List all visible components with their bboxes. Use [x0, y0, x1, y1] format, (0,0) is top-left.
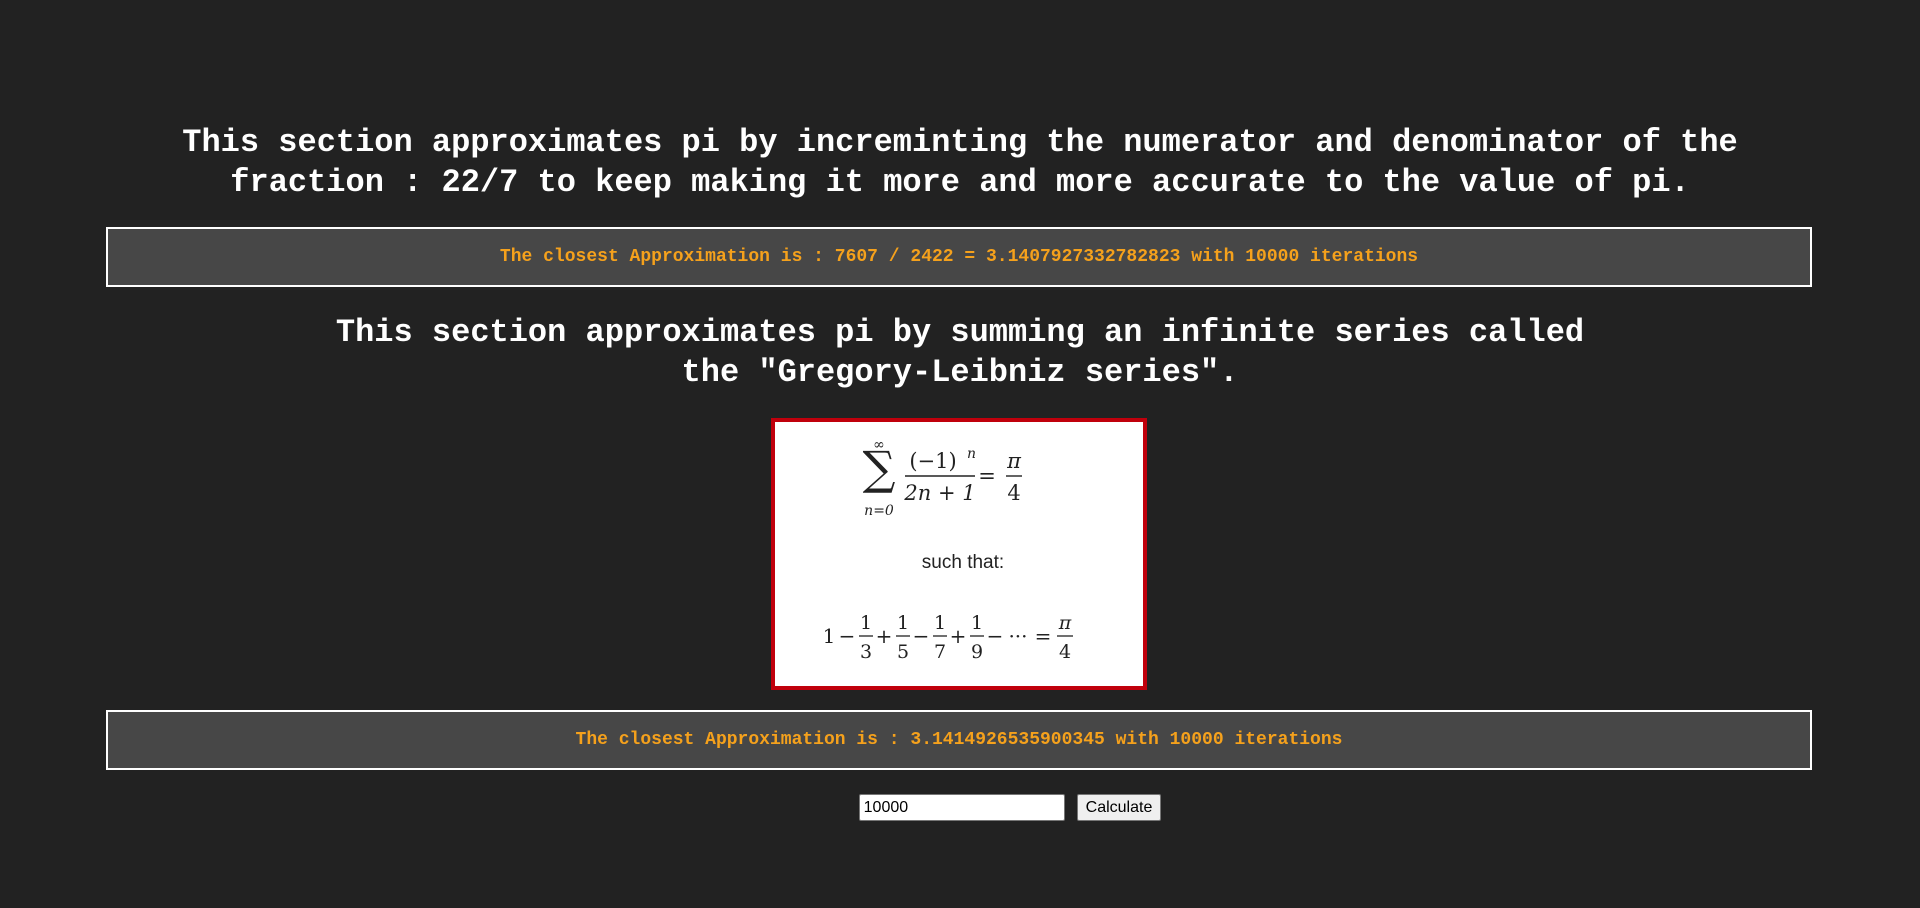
- fraction-numerator: (−1): [909, 449, 956, 473]
- section1-heading-line2: fraction : 22/7 to keep making it more a…: [230, 164, 1690, 201]
- series-term-denominator: 9: [971, 641, 983, 663]
- series-four: 4: [1059, 641, 1071, 663]
- series-result-box: The closest Approximation is : 3.1414926…: [106, 710, 1812, 770]
- controls-row: Calculate: [0, 794, 1920, 821]
- series-term-denominator: 5: [897, 641, 909, 663]
- fraction-result-box: The closest Approximation is : 7607 / 24…: [106, 227, 1812, 287]
- four-denominator: 4: [1007, 481, 1020, 505]
- series-term-denominator: 3: [860, 641, 872, 663]
- series-ellipsis: ···: [1008, 624, 1027, 648]
- series-operator: −: [913, 624, 930, 648]
- series-term-numerator: 1: [971, 612, 983, 634]
- numerator-exponent: n: [967, 446, 976, 462]
- series-term-numerator: 1: [860, 612, 872, 634]
- series-term-denominator: 7: [934, 641, 946, 663]
- leibniz-formula-image: ∞ ∑ n=0 (−1) n 2n + 1 = π 4 such that: 1…: [771, 418, 1147, 690]
- series-operator: +: [876, 624, 893, 648]
- section2-heading: This section approximates pi by summing …: [0, 313, 1920, 393]
- series-pi: π: [1058, 612, 1072, 634]
- section1-heading-line1: This section approximates pi by incremin…: [182, 124, 1738, 161]
- sum-lower-limit: n=0: [864, 503, 894, 519]
- leibniz-series-expansion: 1 −13+15−17+19− ··· =π4: [823, 612, 1073, 663]
- series-result-text: The closest Approximation is : 3.1414926…: [575, 730, 1343, 750]
- sigma-symbol: ∑: [863, 441, 896, 495]
- section2-heading-line1: This section approximates pi by summing …: [335, 314, 1585, 351]
- series-term-numerator: 1: [897, 612, 909, 634]
- pi-symbol: π: [1006, 449, 1022, 473]
- calculate-button[interactable]: Calculate: [1076, 794, 1162, 821]
- iterations-input[interactable]: [858, 794, 1065, 821]
- series-equals: =: [1035, 624, 1052, 648]
- section1-heading: This section approximates pi by incremin…: [0, 123, 1920, 203]
- section2-heading-line2: the "Gregory-Leibniz series".: [681, 354, 1239, 391]
- leibniz-formula-svg: ∞ ∑ n=0 (−1) n 2n + 1 = π 4 such that: 1…: [823, 437, 1073, 663]
- series-operator: −: [987, 624, 1004, 648]
- series-operator: +: [950, 624, 967, 648]
- series-one: 1: [823, 624, 836, 648]
- fraction-result-text: The closest Approximation is : 7607 / 24…: [499, 247, 1419, 267]
- series-operator: −: [839, 624, 856, 648]
- series-term-numerator: 1: [934, 612, 946, 634]
- equals-sign: =: [978, 464, 996, 488]
- fraction-denominator: 2n + 1: [903, 481, 975, 505]
- such-that-label: such that:: [922, 552, 1004, 573]
